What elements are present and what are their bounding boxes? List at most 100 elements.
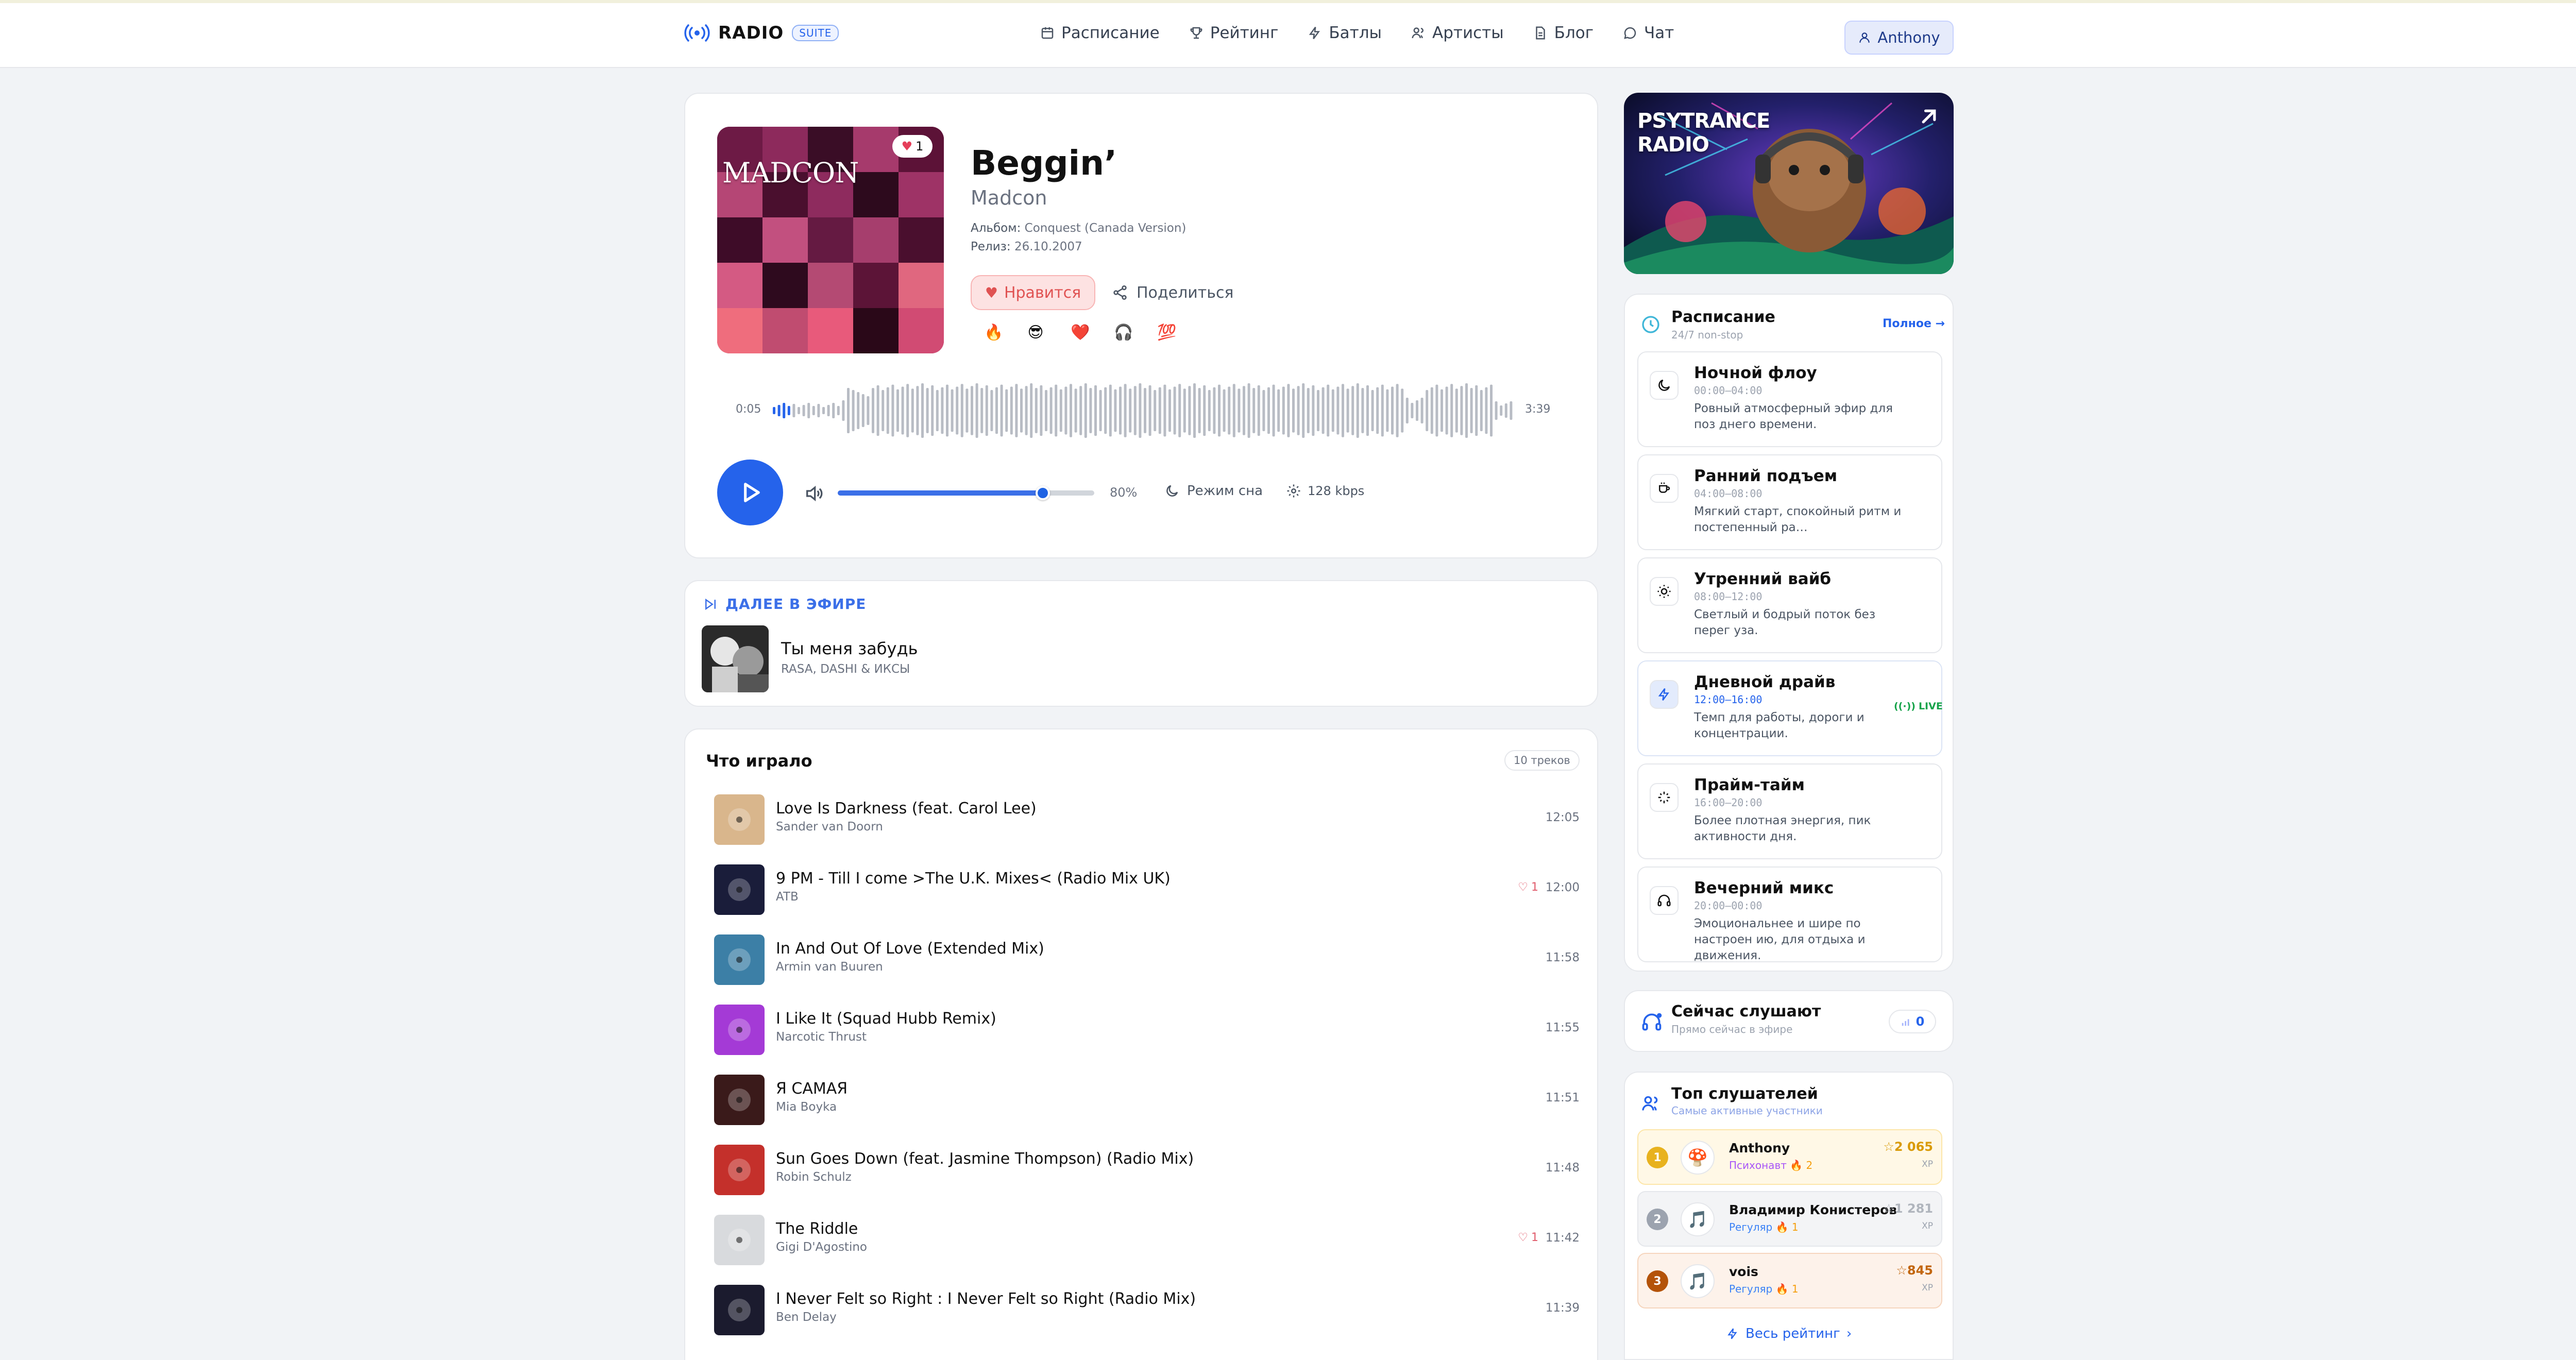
history-row[interactable]: Love Is Darkness (feat. Carol Lee) Sander… (714, 791, 1580, 848)
waveform-bar (842, 400, 845, 421)
listeners-count-badge: 0 (1889, 1010, 1936, 1033)
nav-rating[interactable]: Рейтинг (1189, 24, 1278, 42)
avatar: 🍄 (1681, 1141, 1715, 1175)
volume-slider[interactable] (838, 486, 1094, 500)
cover-like-count: 1 (916, 139, 924, 154)
top-listener-row[interactable]: 3 🎵 vois Регуляр 🔥 1 ☆845 XP (1637, 1253, 1942, 1308)
history-row[interactable]: I Like It (Squad Hubb Remix) Narcotic Thr… (714, 1001, 1580, 1058)
history-track-title: Я САМАЯ (776, 1080, 848, 1098)
waveform-bar (1460, 386, 1463, 435)
sleep-mode-button[interactable]: Режим сна (1164, 483, 1263, 499)
waveform-bar (773, 407, 775, 414)
waveform-bar (1247, 383, 1250, 438)
waveform-bar (812, 406, 815, 415)
waveform-bar (1218, 384, 1221, 437)
waveform-bar (802, 405, 805, 416)
signal-bars-icon (1902, 1019, 1909, 1026)
schedule-slot[interactable]: Дневной драйв 12:00–16:00 Темп для работы,… (1637, 660, 1943, 756)
reaction-cool[interactable]: 😎 (1027, 324, 1044, 342)
history-track-artist: Mia Boyka (776, 1100, 837, 1114)
headphones-icon (1640, 1011, 1663, 1035)
schedule-slot[interactable]: Утренний вайб 08:00–12:00 Светлый и бодрый… (1637, 557, 1942, 653)
waveform-bar (1420, 398, 1423, 423)
slot-description: Ровный атмосферный эфир для поз днего вр… (1694, 402, 1893, 431)
nav-artists[interactable]: Артисты (1411, 24, 1504, 42)
nav-blog[interactable]: Блог (1533, 24, 1594, 42)
user-menu-button[interactable]: Anthony (1844, 21, 1954, 55)
volume-knob[interactable] (1036, 486, 1050, 500)
waveform-bar (1059, 389, 1062, 432)
waveform-bar (1203, 385, 1206, 436)
waveform-bar (1500, 405, 1503, 416)
logo[interactable]: RADIO SUITE (684, 23, 839, 43)
play-button[interactable] (717, 460, 783, 525)
top-header: RADIO SUITE Расписание Рейтинг Батлы Арт… (0, 3, 2576, 68)
track-thumbnail (714, 1215, 765, 1265)
waveform-bar (965, 388, 969, 433)
waveform-bar (1064, 386, 1067, 435)
avatar: 🎵 (1681, 1202, 1715, 1236)
slot-name: Утренний вайб (1694, 570, 1832, 588)
reaction-heart[interactable]: ❤️ (1071, 324, 1090, 342)
external-link-icon[interactable] (1916, 103, 1942, 132)
history-row[interactable]: 9 PM - Till I come >The U.K. Mixes< (Rad… (714, 861, 1580, 918)
top-listener-row[interactable]: 1 🍄 Anthony Психонавт 🔥 2 ☆2 065 XP (1637, 1129, 1942, 1185)
nav-chat[interactable]: Чат (1622, 24, 1674, 42)
waveform-bar (916, 386, 919, 435)
waveform-bar (1114, 389, 1117, 432)
history-row[interactable]: I Never Felt so Right : I Never Felt so … (714, 1282, 1580, 1338)
reaction-fire[interactable]: 🔥 (984, 324, 1003, 342)
nav-battles[interactable]: Батлы (1307, 24, 1382, 42)
history-row[interactable]: In And Out Of Love (Extended Mix) Armin v… (714, 931, 1580, 988)
history-count-badge: 10 треков (1504, 750, 1580, 771)
waveform-bar (1178, 384, 1181, 437)
nav-schedule[interactable]: Расписание (1040, 24, 1160, 42)
waveform-bar (832, 403, 835, 418)
history-row[interactable]: The Riddle Gigi D'Agostino ♡ 1 11:42 (714, 1212, 1580, 1268)
history-time: 11:51 (1545, 1091, 1580, 1104)
slot-time: 16:00–20:00 (1694, 796, 1762, 809)
history-track-artist: Ben Delay (776, 1311, 837, 1324)
rank-badge: 1 (1647, 1147, 1668, 1168)
release-value: 26.10.2007 (1014, 240, 1082, 253)
history-row[interactable]: Я САМАЯ Mia Boyka 11:51 (714, 1072, 1580, 1128)
bitrate-setting[interactable]: 128 kbps (1286, 483, 1364, 499)
share-button[interactable]: Поделиться (1112, 275, 1233, 310)
schedule-full-link[interactable]: Полное → (1883, 317, 1945, 330)
history-like-count: ♡ 1 (1518, 881, 1538, 894)
schedule-slot[interactable]: Ночной флоу 00:00–04:00 Ровный атмосферный… (1637, 351, 1942, 447)
listeners-subtitle: Прямо сейчас в эфире (1671, 1023, 1793, 1035)
track-thumbnail (714, 864, 765, 915)
like-button[interactable]: ♥ Нравится (971, 275, 1095, 310)
listener-xp: ☆1 281 (1883, 1201, 1933, 1216)
reaction-hundred[interactable]: 💯 (1157, 324, 1176, 342)
schedule-slot[interactable]: Вечерний микс 20:00–00:00 Эмоциональнее и … (1637, 866, 1942, 962)
reaction-headphones[interactable]: 🎧 (1114, 324, 1133, 342)
track-thumbnail (714, 1285, 765, 1335)
listener-name: Владимир Конистеров (1729, 1202, 1897, 1217)
waveform-bar (1025, 386, 1028, 435)
top-subtitle: Самые активные участники (1671, 1104, 1823, 1117)
volume-icon[interactable] (804, 483, 824, 506)
waveform-bar (1381, 384, 1384, 437)
schedule-slot[interactable]: Прайм-тайм 16:00–20:00 Более плотная энерг… (1637, 763, 1942, 859)
waveform-bar (1342, 384, 1344, 437)
schedule-slot[interactable]: Ранний подъем 04:00–08:00 Мягкий старт, сп… (1637, 454, 1942, 550)
waveform-bar (1139, 383, 1142, 438)
all-rating-link[interactable]: Весь рейтинг › (1726, 1326, 1852, 1341)
xp-unit: XP (1922, 1159, 1933, 1169)
waveform-bar (1055, 384, 1058, 437)
waveform-seekbar[interactable] (773, 382, 1515, 439)
time-total: 3:39 (1525, 403, 1551, 416)
psytrance-banner[interactable]: PSYTRANCE RADIO (1624, 93, 1954, 274)
next-track-title[interactable]: Ты меня забудь (781, 639, 918, 658)
history-track-title: In And Out Of Love (Extended Mix) (776, 940, 1044, 958)
album-value: Conquest (Canada Version) (1024, 222, 1187, 235)
history-track-artist: ATB (776, 890, 799, 904)
waveform-bar (1450, 384, 1453, 437)
waveform-bar (817, 404, 820, 417)
history-row[interactable]: Sun Goes Down (feat. Jasmine Thompson) (… (714, 1142, 1580, 1198)
next-label: ДАЛЕЕ В ЭФИРЕ (703, 596, 866, 613)
top-listener-row[interactable]: 2 🎵 Владимир Конистеров Регуляр 🔥 1 ☆1 281 XP (1637, 1191, 1942, 1247)
track-artist[interactable]: Madcon (971, 186, 1047, 209)
